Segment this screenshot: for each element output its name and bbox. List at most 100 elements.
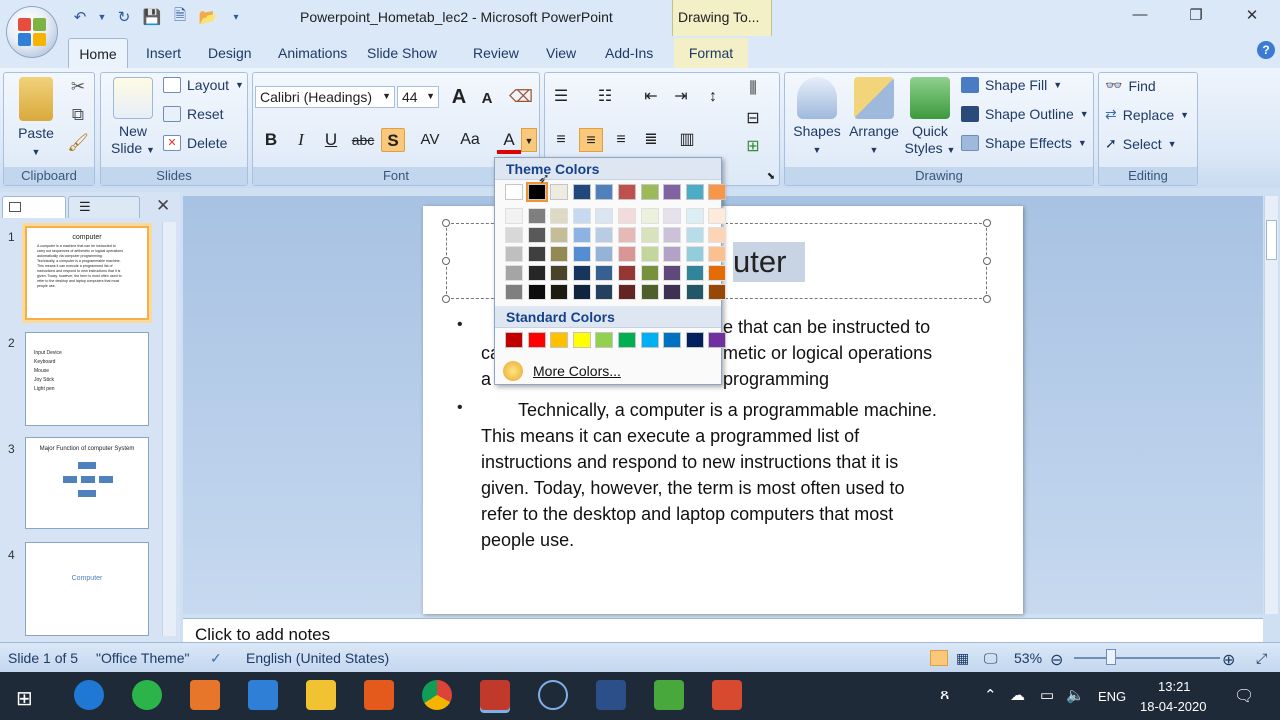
windows-start-icon[interactable]: ⊞ (16, 686, 33, 711)
clock-date[interactable]: 18-04-2020 (1140, 699, 1207, 714)
notifications-icon[interactable]: 🗨 (1234, 686, 1254, 706)
paste-button[interactable]: Paste ▼ (10, 77, 62, 161)
close-pane-icon[interactable]: ✕ (156, 196, 170, 216)
decrease-indent-icon[interactable]: ⇤ (639, 85, 663, 109)
open-folder-icon[interactable]: 📂 (198, 7, 218, 27)
theme-shade-swatch[interactable] (618, 246, 636, 262)
new-slide-button[interactable]: New Slide ▼ (107, 77, 159, 159)
camtasia-green-icon[interactable] (654, 680, 684, 710)
theme-shade-swatch[interactable] (572, 208, 591, 224)
outline-tab[interactable]: ☰ (68, 196, 140, 218)
onedrive-icon[interactable]: ☁ (1010, 686, 1025, 704)
theme-shade-swatch[interactable] (572, 227, 591, 243)
theme-shade-swatch[interactable] (618, 265, 636, 281)
help-icon[interactable]: ? (1257, 41, 1275, 59)
font-color-dropdown[interactable]: ▼ (521, 128, 537, 152)
minimize-button[interactable]: — (1120, 6, 1160, 23)
slides-pane-scrollbar[interactable] (162, 222, 176, 636)
save-icon[interactable]: 💾 (142, 7, 162, 27)
slide-thumb-4[interactable]: Computer (25, 542, 149, 636)
arrange-button[interactable]: Arrange ▼ (845, 77, 903, 159)
change-case-button[interactable]: Aa (453, 128, 487, 152)
camtasia-red-icon[interactable] (712, 680, 742, 710)
theme-shade-swatch[interactable] (527, 227, 546, 243)
theme-shade-swatch[interactable] (618, 208, 636, 224)
more-colors-button[interactable]: More Colors... (495, 358, 721, 384)
slide-thumb-2[interactable]: Input Device Keyboard Mouse Joy Stick Light … (25, 332, 149, 426)
close-button[interactable]: ✕ (1232, 6, 1272, 24)
theme-shade-swatch[interactable] (708, 227, 727, 243)
redo-icon[interactable]: ↻ (114, 7, 134, 27)
theme-shade-swatch[interactable] (572, 246, 591, 262)
editor-scroll-thumb[interactable] (1266, 220, 1277, 260)
format-painter-icon[interactable]: 🖌 (66, 131, 90, 155)
justify-icon[interactable]: ≣ (639, 128, 663, 152)
media-app-icon[interactable] (538, 680, 568, 710)
standard-color-swatch[interactable] (527, 332, 546, 348)
theme-shade-swatch[interactable] (595, 284, 614, 300)
tab-review[interactable]: Review (473, 45, 519, 61)
standard-color-swatch[interactable] (572, 332, 591, 348)
align-text-icon[interactable]: ⊟ (741, 107, 765, 131)
theme-color-swatch[interactable] (595, 184, 614, 200)
theme-shade-swatch[interactable] (663, 208, 682, 224)
zoom-in-icon[interactable]: ⊕ (1222, 650, 1235, 670)
standard-color-swatch[interactable] (663, 332, 682, 348)
zoom-slider-thumb[interactable] (1106, 649, 1116, 665)
slides-tab[interactable] (2, 196, 66, 218)
theme-shade-swatch[interactable] (505, 246, 523, 262)
underline-button[interactable]: U (319, 128, 343, 152)
cut-icon[interactable]: ✂ (66, 75, 90, 99)
font-size-combo[interactable]: 44 ▼ (397, 86, 439, 108)
tab-format[interactable]: Format (674, 38, 748, 68)
theme-shade-swatch[interactable] (685, 246, 704, 262)
theme-color-swatch[interactable] (618, 184, 636, 200)
theme-shade-swatch[interactable] (527, 246, 546, 262)
slide-show-view-icon[interactable]: 🖵 (984, 650, 998, 667)
theme-color-swatch[interactable] (505, 184, 523, 200)
theme-shade-swatch[interactable] (640, 208, 659, 224)
strikethrough-button[interactable]: abc (349, 128, 377, 152)
replace-button[interactable]: ⇄ Replace ▼ (1105, 106, 1189, 123)
fit-to-window-icon[interactable]: ⤢ (1256, 650, 1267, 667)
office-button[interactable] (6, 6, 58, 58)
italic-button[interactable]: I (289, 128, 313, 152)
edge-browser-icon[interactable] (74, 680, 104, 710)
layout-button[interactable]: Layout ▼ (163, 77, 244, 93)
theme-shade-swatch[interactable] (595, 208, 614, 224)
select-button[interactable]: ➚ Select ▼ (1105, 135, 1177, 152)
slide-thumb-1[interactable]: computer A computer is a machine that ca… (25, 226, 149, 320)
xampp-icon[interactable] (190, 680, 220, 710)
print-preview-icon[interactable]: 🗎 (170, 7, 190, 27)
theme-shade-swatch[interactable] (550, 208, 569, 224)
shape-fill-button[interactable]: Shape Fill ▼ (961, 77, 1062, 93)
increase-indent-icon[interactable]: ⇥ (669, 85, 693, 109)
resize-handle[interactable] (983, 219, 991, 227)
theme-shade-swatch[interactable] (505, 208, 523, 224)
shape-outline-button[interactable]: Shape Outline ▼ (961, 106, 1089, 122)
mail-icon[interactable] (248, 680, 278, 710)
find-button[interactable]: 👓 Find (1105, 77, 1156, 94)
align-left-icon[interactable]: ≡ (549, 128, 573, 152)
quick-styles-button[interactable]: Quick Styles ▼ (903, 77, 957, 159)
theme-shade-swatch[interactable] (640, 246, 659, 262)
powerpoint-taskbar-icon[interactable] (480, 680, 510, 710)
theme-shade-swatch[interactable] (505, 284, 523, 300)
theme-color-swatch[interactable] (663, 184, 682, 200)
theme-shade-swatch[interactable] (685, 265, 704, 281)
tab-view[interactable]: View (546, 45, 576, 61)
resize-handle[interactable] (442, 257, 450, 265)
zoom-slider-track[interactable] (1074, 657, 1220, 659)
theme-color-swatch[interactable] (550, 184, 569, 200)
theme-shade-swatch[interactable] (550, 265, 569, 281)
theme-shade-swatch[interactable] (663, 246, 682, 262)
tab-animations[interactable]: Animations (278, 45, 347, 61)
standard-color-swatch[interactable] (640, 332, 659, 348)
theme-shade-swatch[interactable] (640, 227, 659, 243)
resize-handle[interactable] (442, 219, 450, 227)
zoom-level[interactable]: 53% (1014, 650, 1042, 666)
theme-name[interactable]: "Office Theme" (96, 650, 189, 666)
tab-insert[interactable]: Insert (146, 45, 181, 61)
reset-button[interactable]: Reset (163, 106, 224, 122)
theme-color-swatch[interactable] (640, 184, 659, 200)
